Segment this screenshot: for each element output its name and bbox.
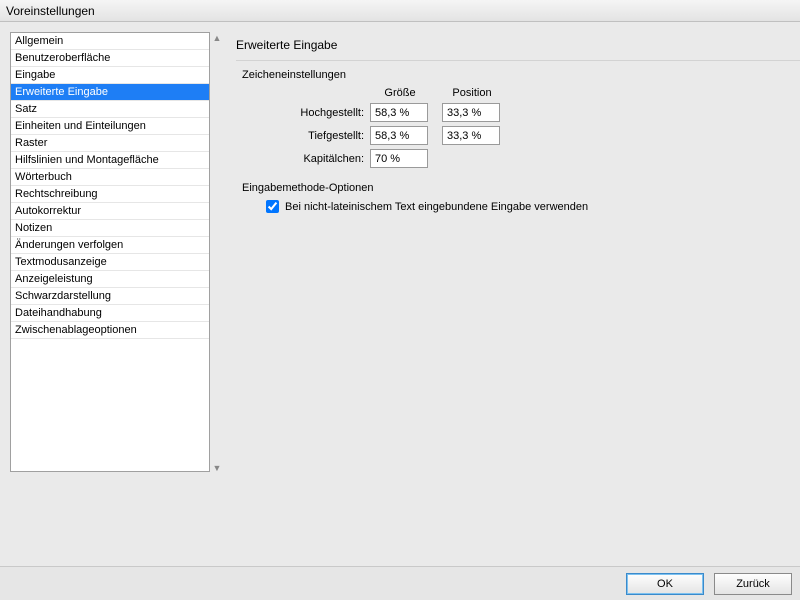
sidebar-item[interactable]: Dateihandhabung bbox=[11, 305, 209, 322]
superscript-size-field[interactable] bbox=[370, 103, 428, 122]
sidebar-item[interactable]: Erweiterte Eingabe bbox=[11, 84, 209, 101]
superscript-label: Hochgestellt: bbox=[266, 107, 370, 119]
column-header-size: Größe bbox=[370, 87, 430, 99]
sidebar-item[interactable]: Zwischenablageoptionen bbox=[11, 322, 209, 339]
back-button[interactable]: Zurück bbox=[714, 573, 792, 595]
sidebar-item[interactable]: Rechtschreibung bbox=[11, 186, 209, 203]
sidebar-item[interactable]: Änderungen verfolgen bbox=[11, 237, 209, 254]
sidebar-item[interactable]: Wörterbuch bbox=[11, 169, 209, 186]
ok-button[interactable]: OK bbox=[626, 573, 704, 595]
subscript-label: Tiefgestellt: bbox=[266, 130, 370, 142]
panel-title: Erweiterte Eingabe bbox=[236, 38, 800, 52]
smallcaps-label: Kapitälchen: bbox=[266, 153, 370, 165]
subscript-position-field[interactable] bbox=[442, 126, 500, 145]
sidebar-item[interactable]: Autokorrektur bbox=[11, 203, 209, 220]
sidebar-item[interactable]: Benutzeroberfläche bbox=[11, 50, 209, 67]
superscript-position-field[interactable] bbox=[442, 103, 500, 122]
sidebar-item[interactable]: Eingabe bbox=[11, 67, 209, 84]
sidebar-item[interactable]: Satz bbox=[11, 101, 209, 118]
sidebar-item[interactable]: Textmodusanzeige bbox=[11, 254, 209, 271]
sidebar-item[interactable]: Anzeigeleistung bbox=[11, 271, 209, 288]
sidebar-item[interactable]: Raster bbox=[11, 135, 209, 152]
panel-divider bbox=[236, 60, 800, 61]
sidebar-scroll-down[interactable]: ▼ bbox=[212, 462, 222, 474]
sidebar-item[interactable]: Allgemein bbox=[11, 33, 209, 50]
character-settings-group: Zeicheneinstellungen Größe Position Hoch… bbox=[236, 69, 800, 168]
sidebar-container: ▲ AllgemeinBenutzeroberflächeEingabeErwe… bbox=[10, 32, 222, 474]
sidebar-item[interactable]: Schwarzdarstellung bbox=[11, 288, 209, 305]
settings-panel: Erweiterte Eingabe Zeicheneinstellungen … bbox=[236, 32, 800, 556]
window-title: Voreinstellungen bbox=[6, 4, 95, 18]
character-settings-title: Zeicheneinstellungen bbox=[242, 69, 800, 81]
category-sidebar: AllgemeinBenutzeroberflächeEingabeErweit… bbox=[10, 32, 210, 472]
sidebar-scroll-up[interactable]: ▲ bbox=[212, 32, 222, 44]
dialog-footer: OK Zurück bbox=[0, 566, 800, 600]
window-titlebar: Voreinstellungen bbox=[0, 0, 800, 22]
sidebar-item[interactable]: Einheiten und Einteilungen bbox=[11, 118, 209, 135]
inline-input-label[interactable]: Bei nicht-lateinischem Text eingebundene… bbox=[285, 201, 588, 213]
subscript-size-field[interactable] bbox=[370, 126, 428, 145]
dialog-content: ▲ AllgemeinBenutzeroberflächeEingabeErwe… bbox=[0, 22, 800, 566]
sidebar-item[interactable]: Hilfslinien und Montagefläche bbox=[11, 152, 209, 169]
ime-options-group: Eingabemethode-Optionen Bei nicht-latein… bbox=[236, 182, 800, 213]
ime-options-title: Eingabemethode-Optionen bbox=[242, 182, 800, 194]
smallcaps-size-field[interactable] bbox=[370, 149, 428, 168]
inline-input-checkbox[interactable] bbox=[266, 200, 279, 213]
sidebar-item[interactable]: Notizen bbox=[11, 220, 209, 237]
column-header-position: Position bbox=[442, 87, 502, 99]
